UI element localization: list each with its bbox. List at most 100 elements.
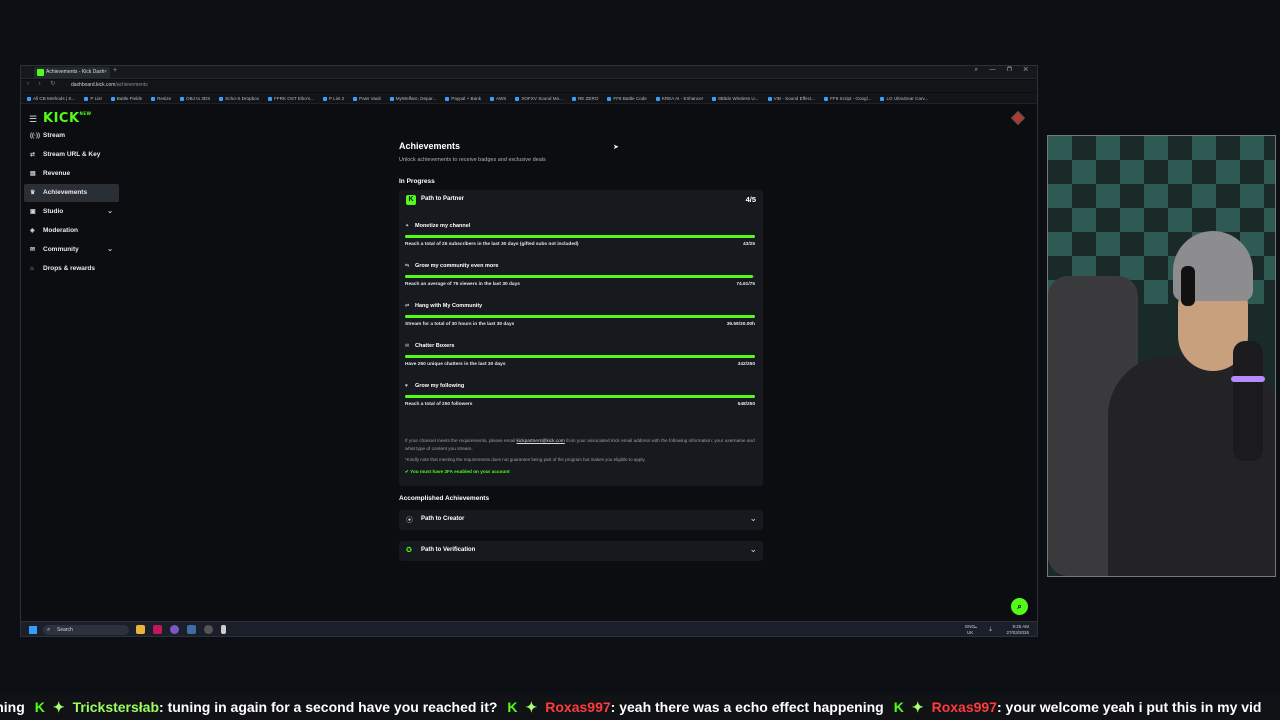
- chat-text: t thing: [0, 699, 25, 715]
- bookmark-item[interactable]: Paypal + Bank: [445, 93, 481, 103]
- steam-icon[interactable]: [187, 625, 196, 634]
- path-to-partner-card: K Path to Partner 4/5 ✦ Monetize my chann…: [399, 190, 763, 486]
- task-description: Reach a total of 250 followers: [405, 402, 473, 407]
- sidebar-item-label: Moderation: [43, 227, 79, 234]
- clock[interactable]: 9:25 AM 27/03/2026: [1006, 624, 1029, 635]
- kick-logo[interactable]: KICKNEW: [43, 111, 92, 126]
- task-item: ⇄ Hang with My Community Stream for a tota…: [405, 303, 757, 343]
- browser-tab[interactable]: Achievements - Kick Dash ×: [34, 67, 110, 78]
- kick-badge-icon: K: [406, 195, 416, 205]
- checker-tile: [1264, 160, 1275, 184]
- task-description: Reach an average of 75 viewers in the la…: [405, 282, 520, 287]
- task-value: 39.59/30.00h: [726, 322, 755, 327]
- email-link[interactable]: kickpartners@kick.com: [517, 438, 565, 443]
- bookmark-item[interactable]: Pass Vault: [353, 93, 381, 103]
- chat-username: Roxas997: [545, 699, 611, 715]
- window-controls[interactable]: ⌕ — ❐ ✕: [974, 67, 1033, 74]
- partner-note: If your channel meets the requirements, …: [405, 438, 755, 451]
- nav-buttons[interactable]: ‹ › ↻: [27, 80, 59, 87]
- bookmark-item[interactable]: P List 2: [322, 93, 344, 103]
- bookmark-favicon-icon: [84, 96, 89, 101]
- menu-icon[interactable]: ☰: [29, 114, 37, 125]
- sidebar-item-moderation[interactable]: ◈ Moderation: [24, 222, 119, 240]
- bookmark-item[interactable]: Battle Fields: [110, 93, 142, 103]
- profile-avatar[interactable]: [1010, 110, 1026, 126]
- kick-favicon-icon: [37, 69, 44, 76]
- progress-fill: [405, 235, 755, 238]
- checker-tile: [1144, 184, 1168, 208]
- task-description: Have 250 unique chatters in the last 30 …: [405, 362, 506, 367]
- progress-fill: [405, 315, 755, 318]
- progress-fill: [405, 275, 754, 278]
- chevron-down-icon[interactable]: ⌄: [107, 241, 113, 259]
- task-description: Stream for a total of 30 hours in the la…: [405, 322, 515, 327]
- checker-tile: [1096, 184, 1120, 208]
- in-progress-heading: In Progress: [399, 178, 435, 185]
- bookmark-item[interactable]: XOFXV Sound Mo...: [515, 93, 563, 103]
- chat-text: : yeah there was a echo effect happening: [610, 699, 884, 715]
- task-name: Grow my following: [415, 383, 465, 389]
- kick-icon: K: [893, 699, 904, 715]
- bookmark-favicon-icon: [607, 96, 612, 101]
- bookmark-item[interactable]: AWS: [490, 93, 506, 103]
- bookmark-item[interactable]: FFRK OST Eiko's...: [268, 93, 314, 103]
- bookmark-item[interactable]: OBJ to 3DS: [180, 93, 210, 103]
- taskbar-search[interactable]: ⌕ Search: [43, 625, 129, 635]
- new-tab-icon[interactable]: +: [113, 67, 117, 74]
- bookmark-favicon-icon: [445, 96, 450, 101]
- sidebar-item-achievements[interactable]: ♛ Achievements: [24, 184, 119, 202]
- accordion-path-to-verification[interactable]: ✪ Path to Verification ⌄: [399, 541, 763, 561]
- sidebar-item-stream-url-key[interactable]: ⇄ Stream URL & Key: [24, 146, 119, 164]
- bookmark-item[interactable]: Resize: [151, 93, 171, 103]
- sidebar-item-stream[interactable]: ((·)) Stream: [24, 127, 119, 145]
- accordion-path-to-creator[interactable]: ⦿ Path to Creator ⌄: [399, 510, 763, 530]
- windows-start-icon[interactable]: [29, 626, 37, 634]
- bookmark-item[interactable]: P List: [84, 93, 102, 103]
- bookmark-item[interactable]: FF9 Script - Googl...: [824, 93, 871, 103]
- file-explorer-icon[interactable]: [136, 625, 145, 634]
- checker-tile: [1216, 208, 1240, 232]
- progress-bar: [405, 235, 755, 238]
- pin-icon[interactable]: [221, 625, 226, 634]
- sidebar-item-drops-rewards[interactable]: ⌂ Drops & rewards: [24, 260, 119, 278]
- bookmark-item[interactable]: VIB - Sound Effect...: [767, 93, 815, 103]
- bookmark-item[interactable]: KREA AI - Enhancer: [655, 93, 703, 103]
- chevron-down-icon[interactable]: ⌄: [749, 544, 757, 555]
- address-bar[interactable]: [21, 80, 1037, 92]
- checker-tile: [1048, 232, 1072, 256]
- bookmark-favicon-icon: [268, 96, 273, 101]
- bookmark-item[interactable]: LG UltraGear Carv...: [880, 93, 928, 103]
- checker-tile: [1192, 184, 1216, 208]
- checker-tile: [1096, 232, 1120, 256]
- bookmark-item[interactable]: MyWelfare, Depar...: [389, 93, 436, 103]
- checker-tile: [1168, 160, 1192, 184]
- url-text[interactable]: dashboard.kick.com/achievements: [71, 82, 148, 88]
- app-icon[interactable]: [153, 625, 162, 634]
- bookmark-item[interactable]: Echo-S Dropbox: [219, 93, 259, 103]
- bookmark-item[interactable]: 8Bitdo Wireless U...: [712, 93, 759, 103]
- task-name: Chatter Boxers: [415, 343, 455, 349]
- mouse-cursor-icon: ➤: [613, 144, 619, 151]
- chevron-down-icon[interactable]: ⌄: [107, 203, 113, 221]
- chevron-down-icon[interactable]: ⌄: [749, 513, 757, 524]
- language-indicator[interactable]: ENG UK: [965, 624, 975, 635]
- discord-icon[interactable]: [170, 625, 179, 634]
- bookmark-item[interactable]: RE ZERO: [571, 93, 598, 103]
- twofa-note: ✔ You must have 2FA enabled on your acco…: [405, 469, 510, 474]
- system-tray-icons[interactable]: ⌃ ⇣: [973, 626, 997, 633]
- bookmark-favicon-icon: [655, 96, 660, 101]
- sidebar-item-revenue[interactable]: ▤ Revenue: [24, 165, 119, 183]
- close-tab-icon[interactable]: ×: [104, 67, 107, 78]
- chat-username: Roxas997: [931, 699, 997, 715]
- obs-icon[interactable]: [204, 625, 213, 634]
- bookmark-favicon-icon: [180, 96, 185, 101]
- community-icon: ✉: [30, 247, 36, 253]
- sidebar-item-studio[interactable]: ▣ Studio ⌄: [24, 203, 119, 221]
- bookmark-item[interactable]: FF8 Battle Code: [607, 93, 647, 103]
- checker-tile: [1048, 184, 1072, 208]
- checker-tile: [1168, 208, 1192, 232]
- bookmark-favicon-icon: [880, 96, 885, 101]
- sidebar-item-community[interactable]: ✉ Community ⌄: [24, 241, 119, 259]
- help-chat-button[interactable]: ⌕: [1011, 598, 1028, 615]
- bookmark-item[interactable]: All CB Methods | S...: [27, 93, 75, 103]
